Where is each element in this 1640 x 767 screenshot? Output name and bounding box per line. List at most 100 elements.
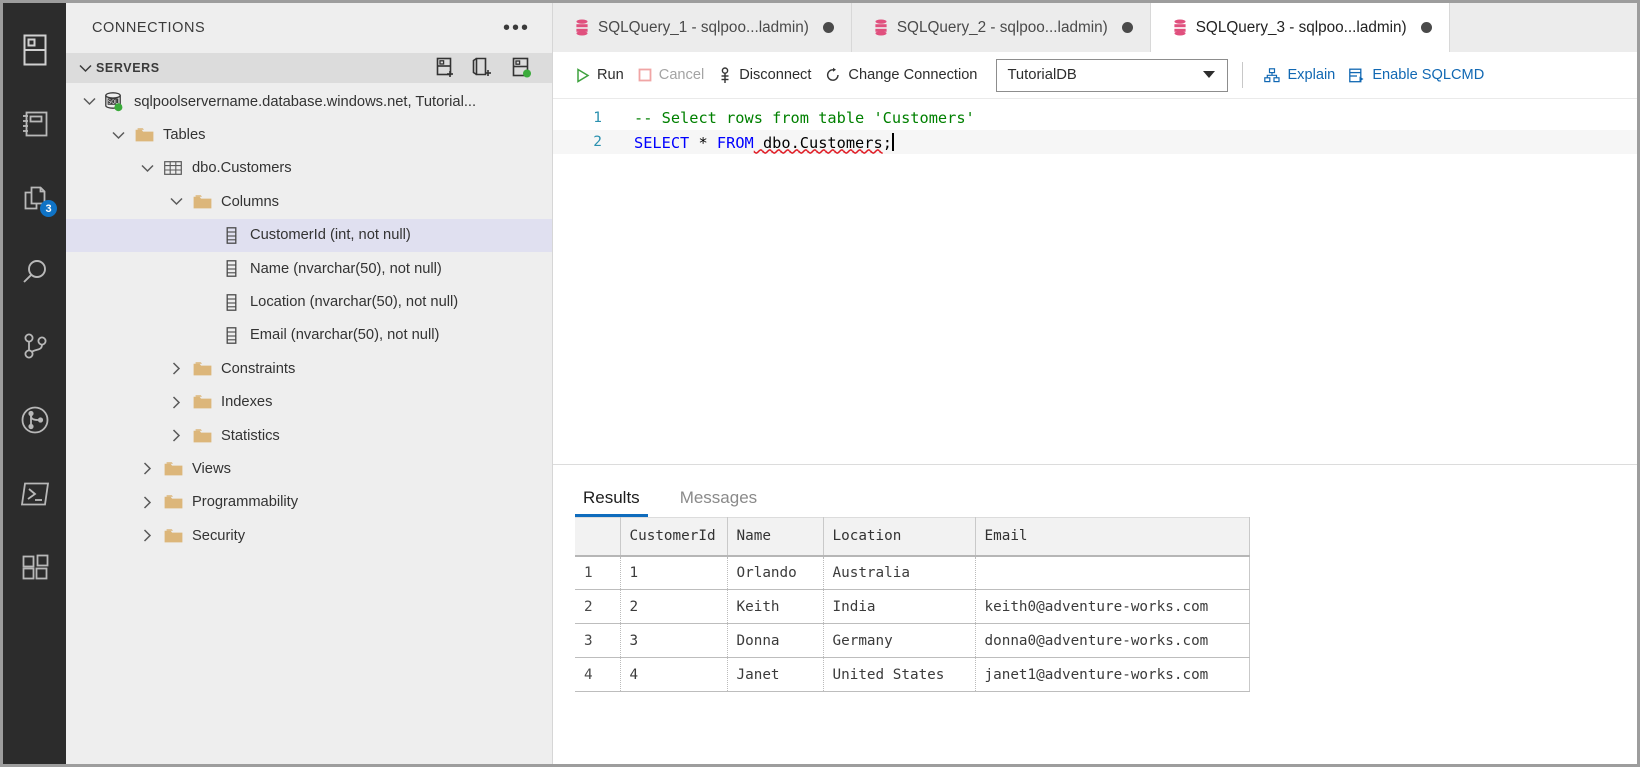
grid-cell[interactable]: 3 — [620, 623, 728, 658]
disconnect-button[interactable]: Disconnect — [711, 60, 818, 90]
chevron-right-icon[interactable] — [134, 496, 160, 509]
table-row[interactable]: 4 4 Janet United States janet1@adventure-wor… — [575, 657, 1250, 692]
grid-cell[interactable]: Orlando — [727, 555, 824, 590]
tree-item-label: Security — [192, 527, 246, 544]
source-control-icon[interactable] — [3, 309, 66, 383]
enable-sqlcmd-button[interactable]: Enable SQLCMD — [1342, 60, 1491, 90]
sidebar-more-actions-icon[interactable]: ••• — [503, 18, 530, 38]
grid-cell[interactable]: Keith — [727, 589, 824, 624]
play-icon — [576, 67, 590, 83]
grid-cell[interactable]: United States — [823, 657, 976, 692]
new-connection-icon[interactable] — [434, 57, 456, 79]
query-toolbar: Run Cancel Disconnect Change Connection — [553, 52, 1637, 99]
column-header[interactable]: Location — [823, 517, 976, 557]
new-server-group-icon[interactable] — [510, 57, 532, 79]
tree-item[interactable]: Programmability — [66, 486, 552, 519]
connections-icon[interactable] — [3, 13, 66, 87]
table-row[interactable]: 2 2 Keith India keith0@adventure-works.com — [575, 589, 1250, 624]
chevron-down-icon[interactable] — [163, 197, 189, 206]
chevron-down-icon[interactable] — [105, 131, 131, 140]
table-row[interactable]: 3 3 Donna Germany donna0@adventure-works.com — [575, 623, 1250, 658]
column-header[interactable]: Email — [975, 517, 1250, 557]
results-pane: Results Messages CustomerId Name Location Em… — [553, 464, 1637, 764]
run-button[interactable]: Run — [569, 60, 631, 90]
tree-item-label: Email (nvarchar(50), not null) — [250, 327, 440, 344]
tree-item[interactable]: Security — [66, 519, 552, 552]
unsaved-indicator[interactable] — [1420, 22, 1432, 33]
code-line: 1 -- Select rows from table 'Customers' — [553, 106, 1637, 130]
tree-item[interactable]: Location (nvarchar(50), not null) — [66, 285, 552, 318]
grid-cell[interactable]: Donna — [727, 623, 824, 658]
tree-item[interactable]: Statistics — [66, 419, 552, 452]
chevron-right-icon[interactable] — [163, 396, 189, 409]
tree-item-label: Statistics — [221, 427, 280, 444]
grid-cell[interactable]: Germany — [823, 623, 976, 658]
tree-item[interactable]: CustomerId (int, not null) — [66, 218, 552, 252]
chevron-down-icon — [1202, 67, 1216, 83]
tree-item[interactable]: dbo.Customers — [66, 152, 552, 185]
notebooks-icon[interactable] — [3, 87, 66, 161]
code-line: 2 SELECT * FROM dbo.Customers; — [553, 130, 1637, 154]
row-number-cell: 2 — [575, 589, 621, 624]
editor-tab[interactable]: SQLQuery_3 - sqlpoo...ladmin) — [1150, 3, 1450, 52]
tree-item[interactable]: Constraints — [66, 352, 552, 385]
grid-cell[interactable]: 1 — [620, 555, 728, 590]
unsaved-indicator[interactable] — [1121, 22, 1133, 33]
run-label: Run — [597, 67, 624, 83]
new-query-icon[interactable] — [472, 57, 494, 79]
change-connection-button[interactable]: Change Connection — [818, 60, 984, 90]
grid-cell[interactable]: donna0@adventure-works.com — [975, 623, 1250, 658]
folder-icon — [131, 127, 157, 143]
grid-cell[interactable]: Janet — [727, 657, 824, 692]
tree-item[interactable]: Email (nvarchar(50), not null) — [66, 319, 552, 352]
chevron-right-icon[interactable] — [163, 429, 189, 442]
unsaved-indicator[interactable] — [822, 22, 834, 33]
tree-item-label: Tables — [163, 127, 206, 144]
extensions-icon[interactable] — [3, 531, 66, 605]
git-graph-icon[interactable] — [3, 383, 66, 457]
results-grid-wrapper[interactable]: CustomerId Name Location Email 1 1 Orlando Aus… — [553, 517, 1637, 764]
tree-item[interactable]: Views — [66, 452, 552, 485]
refresh-connection-icon — [825, 67, 841, 83]
chevron-right-icon[interactable] — [134, 462, 160, 476]
row-number-cell: 4 — [575, 657, 621, 692]
explorer-icon[interactable]: 3 — [3, 161, 66, 235]
folder-icon — [160, 494, 186, 510]
results-tab[interactable]: Messages — [672, 488, 765, 517]
chevron-down-icon[interactable] — [134, 164, 160, 173]
database-select[interactable]: TutorialDB — [996, 58, 1229, 92]
chevron-down-icon[interactable] — [76, 97, 102, 106]
sql-editor[interactable]: 1 -- Select rows from table 'Customers' … — [553, 99, 1637, 464]
sql-keyword-from: FROM — [716, 133, 754, 152]
servers-section-header[interactable]: SERVERS — [66, 53, 552, 83]
chevron-right-icon[interactable] — [134, 529, 160, 542]
tree-item[interactable]: SQL sqlpoolservername.database.windows.ne… — [66, 85, 552, 118]
folder-icon — [189, 394, 215, 410]
grid-cell[interactable]: 4 — [620, 657, 728, 692]
grid-cell[interactable] — [975, 555, 1250, 590]
results-grid: CustomerId Name Location Email 1 1 Orlando Aus… — [575, 517, 1250, 692]
tree-item[interactable]: Columns — [66, 185, 552, 218]
sql-star: * — [689, 133, 717, 152]
editor-tab[interactable]: SQLQuery_2 - sqlpoo...ladmin) — [851, 3, 1151, 52]
tree-item-label: Constraints — [221, 360, 296, 377]
editor-tab[interactable]: SQLQuery_1 - sqlpoo...ladmin) — [553, 3, 852, 52]
grid-cell[interactable]: keith0@adventure-works.com — [975, 589, 1250, 624]
tree-item[interactable]: Indexes — [66, 386, 552, 419]
table-row[interactable]: 1 1 Orlando Australia — [575, 555, 1250, 590]
grid-cell[interactable]: 2 — [620, 589, 728, 624]
terminal-icon[interactable] — [3, 457, 66, 531]
tree-item[interactable]: Tables — [66, 118, 552, 151]
main-area: SQLQuery_1 - sqlpoo...ladmin) SQLQuery_2 … — [553, 3, 1637, 764]
explain-button[interactable]: Explain — [1257, 60, 1342, 90]
tree-item[interactable]: Name (nvarchar(50), not null) — [66, 252, 552, 285]
column-header[interactable]: CustomerId — [620, 517, 728, 557]
cancel-button[interactable]: Cancel — [631, 60, 711, 90]
grid-cell[interactable]: janet1@adventure-works.com — [975, 657, 1250, 692]
chevron-right-icon[interactable] — [163, 362, 189, 375]
search-icon[interactable] — [3, 235, 66, 309]
grid-cell[interactable]: India — [823, 589, 976, 624]
grid-cell[interactable]: Australia — [823, 555, 976, 590]
column-header[interactable]: Name — [727, 517, 824, 557]
results-tab[interactable]: Results — [575, 488, 648, 517]
